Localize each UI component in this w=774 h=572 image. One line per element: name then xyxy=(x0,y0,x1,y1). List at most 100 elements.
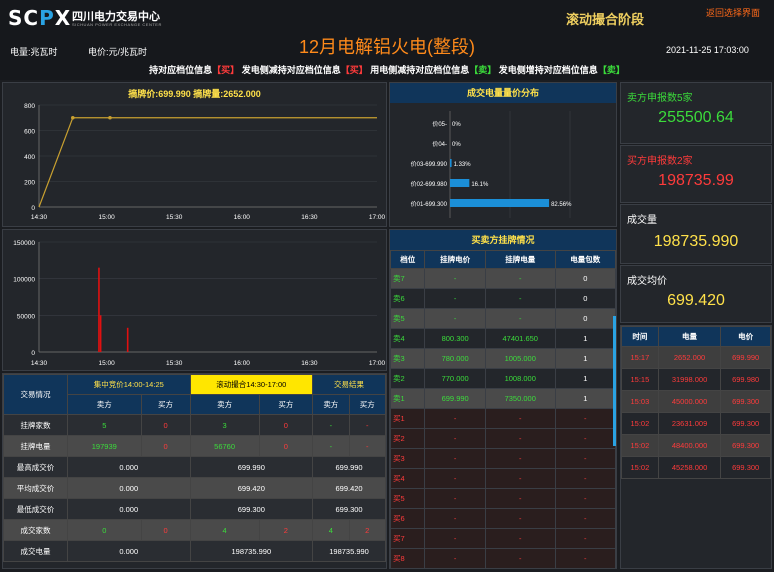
sellers-stat: 卖方申报数5家 255500.64 xyxy=(620,82,772,144)
x-tick-label: 15:30 xyxy=(166,360,183,367)
status-tag: 【买】 xyxy=(212,65,240,75)
col-header: 电量 xyxy=(657,326,722,347)
summary-cell: 0.000 xyxy=(67,477,191,499)
trade-cell: 15:15 xyxy=(621,368,659,391)
book-cell: - xyxy=(484,268,556,289)
trade-cell: 15:02 xyxy=(621,456,659,479)
trade-cell: 45258.000 xyxy=(657,456,722,479)
book-cell: 买1 xyxy=(390,408,426,429)
y-tick-label: 600 xyxy=(24,129,35,136)
y-tick-label: 150000 xyxy=(13,240,35,247)
summary-cell: 0 xyxy=(140,519,191,541)
data-label: 82.56% xyxy=(551,202,572,208)
status-text: 用电侧减持对应档位信息 xyxy=(370,65,470,75)
book-cell: - xyxy=(554,468,616,489)
book-cell: 买2 xyxy=(390,428,426,449)
col-header: 时间 xyxy=(621,326,659,347)
volume-chart-panel: 0 50000 100000 150000 14:30 15:00 15:30 16:00 16… xyxy=(2,229,387,371)
x-tick-label: 16:00 xyxy=(234,360,251,367)
book-row: 卖4 800.300 47401.650 1 xyxy=(390,328,616,349)
book-cell: 买6 xyxy=(390,508,426,529)
summary-cell: 5 xyxy=(67,414,142,436)
dist-bar xyxy=(450,199,550,207)
summary-cell: 0 xyxy=(140,414,191,436)
book-cell: - xyxy=(484,528,556,549)
sellers-value: 255500.64 xyxy=(658,109,734,126)
y-tick-label: 50000 xyxy=(17,313,35,320)
book-cell: 770.000 xyxy=(424,368,486,389)
phase-label: 滚动撮合阶段 xyxy=(566,12,645,27)
book-row: 卖7- -0 xyxy=(390,268,616,289)
y-tick-label: 100000 xyxy=(13,277,35,284)
col-header: 电量包数 xyxy=(554,250,616,269)
summary-row: 最高成交价 0.000 699.990 699.990 xyxy=(3,456,386,478)
trade-cell: 31998.000 xyxy=(657,368,722,391)
distribution-title: 成交电量量价分布 xyxy=(390,83,616,103)
x-tick-label: 16:30 xyxy=(301,214,318,221)
y-tick-label: 400 xyxy=(24,154,35,161)
book-cell: - xyxy=(424,268,486,289)
book-cell: 买3 xyxy=(390,448,426,469)
datetime: 2021-11-25 17:03:00 xyxy=(666,45,749,55)
book-cell: 买7 xyxy=(390,528,426,549)
dist-bar xyxy=(450,179,470,187)
phase-header: 滚动撮合14:30-17:00 xyxy=(189,374,314,395)
book-cell: 卖7 xyxy=(390,268,426,289)
summary-label: 交易情况 xyxy=(3,374,68,415)
book-cell: 699.990 xyxy=(424,388,486,409)
col-header: 电价 xyxy=(720,326,771,347)
category-label: 价05- xyxy=(432,121,447,128)
summary-cell: 699.990 xyxy=(312,456,386,478)
book-cell: 0 xyxy=(554,288,616,309)
distribution-panel: 成交电量量价分布 价05- 0% 价04- 0% 价03-699.990 1.33% 价02… xyxy=(389,82,617,227)
trade-cell: 699.980 xyxy=(720,368,771,391)
summary-cell: 0 xyxy=(258,435,314,457)
trade-cell: 699.300 xyxy=(720,456,771,479)
book-cell: - xyxy=(554,428,616,449)
trade-cell: 699.300 xyxy=(720,434,771,457)
status-tag: 【卖】 xyxy=(469,65,497,75)
x-tick-label: 14:30 xyxy=(31,214,48,221)
col-header: 挂牌电价 xyxy=(424,250,486,269)
summary-cell: 56760 xyxy=(189,435,260,457)
price-line-chart: 0 200 400 600 800 14:30 15:00 15:30 16:00 16:30 17… xyxy=(24,103,385,221)
summary-cell: 0 xyxy=(258,414,314,436)
side-header: 买方 xyxy=(348,394,386,415)
avg-price-stat: 成交均价 699.420 xyxy=(620,265,772,323)
book-cell: 卖4 xyxy=(390,328,426,349)
trade-row: 15:02 45258.000 699.300 xyxy=(621,456,771,479)
buyers-label: 买方申报数2家 xyxy=(627,156,693,167)
trade-cell: 48400.000 xyxy=(657,434,722,457)
book-cell: - xyxy=(484,448,556,469)
category-label: 价02-699.980 xyxy=(411,181,448,188)
summary-table: 交易情况 集中竞价14:00-14:25 滚动撮合14:30-17:00 交易结果 卖方… xyxy=(3,374,386,562)
status-text: 持对应档位信息 xyxy=(149,65,213,75)
x-tick-label: 16:30 xyxy=(301,360,318,367)
book-cell: 0 xyxy=(554,308,616,329)
scrollbar[interactable] xyxy=(613,316,616,446)
book-cell: 780.000 xyxy=(424,348,486,369)
order-book-table: 档位 挂牌电价 挂牌电量 电量包数 卖7- -0 卖6- -0 卖5- -0 卖4 800.300 47… xyxy=(390,250,616,568)
trades-table: 时间 电量 电价 15:17 2652.000 699.990 15:15 31998.000… xyxy=(621,326,771,479)
summary-row: 挂牌电量 197939 0 56760 0- - xyxy=(3,435,386,457)
summary-cell: 2 xyxy=(348,519,386,541)
logo: SCPX xyxy=(8,6,72,30)
data-label: 1.33% xyxy=(454,162,472,168)
back-link[interactable]: 返回选择界面 xyxy=(706,6,760,19)
book-cell: - xyxy=(484,408,556,429)
summary-cell: 0 xyxy=(140,435,191,457)
book-cell: - xyxy=(484,508,556,529)
row-label: 挂牌电量 xyxy=(3,435,68,457)
book-row: 卖6- -0 xyxy=(390,288,616,309)
book-cell: - xyxy=(424,288,486,309)
status-line: 持对应档位信息【买】 发电侧减持对应档位信息【买】 用电侧减持对应档位信息【卖】… xyxy=(0,63,774,76)
summary-cell: 699.420 xyxy=(189,477,314,499)
book-cell: 1 xyxy=(554,328,616,349)
summary-cell: 0.000 xyxy=(67,456,191,478)
book-cell: - xyxy=(484,548,556,568)
book-cell: 7350.000 xyxy=(484,388,556,409)
x-tick-label: 17:00 xyxy=(369,360,386,367)
price-chart-panel: 摘牌价:699.990 摘牌量:2652.000 0 200 400 600 800 14… xyxy=(2,82,387,227)
row-label: 最低成交价 xyxy=(3,498,68,520)
x-tick-label: 15:00 xyxy=(98,214,115,221)
